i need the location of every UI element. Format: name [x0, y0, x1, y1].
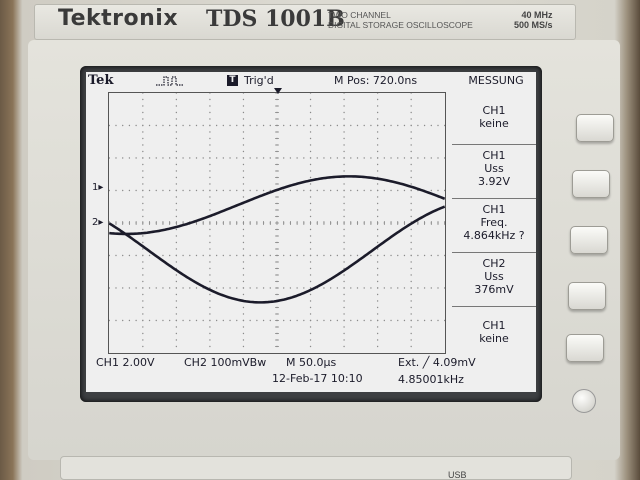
measurement-5-type: keine: [479, 332, 509, 345]
model-name: TDS 1001B: [206, 6, 345, 32]
oscilloscope-screen: Tek T Trig'd M Pos: 720.0ns MESSUNG 1▸ 2…: [86, 72, 536, 392]
menu-off-button[interactable]: [572, 389, 596, 413]
subtitle-line-1: TWO CHANNEL: [328, 10, 391, 20]
spec-bandwidth: 40 MHz: [521, 10, 553, 20]
measurement-2-value: 3.92V: [477, 175, 511, 188]
device-subtitle: TWO CHANNEL DIGITAL STORAGE OSCILLOSCOPE: [328, 10, 473, 30]
menu-button-3[interactable]: [570, 226, 608, 254]
trigger-setting: Ext. ╱ 4.09mV: [398, 356, 476, 369]
trigger-icon: T: [227, 75, 238, 86]
ch2-trace: [109, 175, 445, 236]
ch2-ground-marker: 2▸: [92, 217, 104, 228]
horizontal-position: M Pos: 720.0ns: [334, 74, 418, 87]
measure-menu: CH1 keine CH1 Uss 3.92V CH1 Freq. 4.864k…: [452, 90, 536, 356]
status-bar: Tek T Trig'd M Pos: 720.0ns MESSUNG: [86, 72, 536, 90]
measurement-1-type: keine: [479, 117, 509, 130]
ch1-ground-marker: 1▸: [92, 182, 104, 193]
settings-bar: CH1 2.00V CH2 100mVBw M 50.0µs Ext. ╱ 4.…: [86, 356, 536, 392]
trigger-status: Trig'd: [244, 74, 274, 87]
measurement-3-value: 4.864kHz ?: [463, 229, 525, 242]
trigger-position-marker: [274, 88, 282, 94]
measurement-slot-4: CH2 Uss 376mV: [452, 252, 536, 300]
menu-button-1[interactable]: [576, 114, 614, 142]
menu-button-2[interactable]: [572, 170, 610, 198]
menu-title: MESSUNG: [468, 74, 524, 87]
ch2-scale: CH2 100mVBw: [184, 356, 267, 369]
measurement-slot-5: CH1 keine: [452, 306, 536, 354]
menu-button-5[interactable]: [566, 334, 604, 362]
menu-button-4[interactable]: [568, 282, 606, 310]
spec-samplerate: 500 MS/s: [514, 20, 553, 30]
ch1-marker-label: 1: [92, 182, 99, 193]
subtitle-line-2: DIGITAL STORAGE OSCILLOSCOPE: [328, 20, 473, 30]
date-time: 12-Feb-17 10:10: [272, 372, 363, 385]
ch2-marker-label: 2: [92, 217, 99, 228]
measurement-2-type: Uss: [484, 162, 504, 175]
timebase: M 50.0µs: [286, 356, 337, 369]
ch1-scale: CH1 2.00V: [96, 356, 155, 369]
tek-logo: Tek: [88, 73, 114, 88]
measurement-3-source: CH1: [482, 203, 506, 216]
measurement-5-source: CH1: [482, 319, 506, 332]
brand-logo: Tektronix: [58, 6, 179, 31]
acquisition-icon: [156, 76, 184, 86]
graticule: [108, 92, 446, 354]
trigger-frequency: 4.85001kHz: [398, 373, 464, 386]
measurement-4-type: Uss: [484, 270, 504, 283]
bottom-panel: [60, 456, 572, 480]
usb-label: USB: [448, 470, 467, 480]
measurement-3-type: Freq.: [480, 216, 508, 229]
device-specs: 40 MHz 500 MS/s: [514, 10, 553, 30]
measurement-slot-1: CH1 keine: [452, 90, 536, 138]
measurement-slot-3: CH1 Freq. 4.864kHz ?: [452, 198, 536, 246]
measurement-4-source: CH2: [482, 257, 506, 270]
measurement-1-source: CH1: [482, 104, 506, 117]
measurement-2-source: CH1: [482, 149, 506, 162]
measurement-slot-2: CH1 Uss 3.92V: [452, 144, 536, 192]
measurement-4-value: 376mV: [474, 283, 514, 296]
